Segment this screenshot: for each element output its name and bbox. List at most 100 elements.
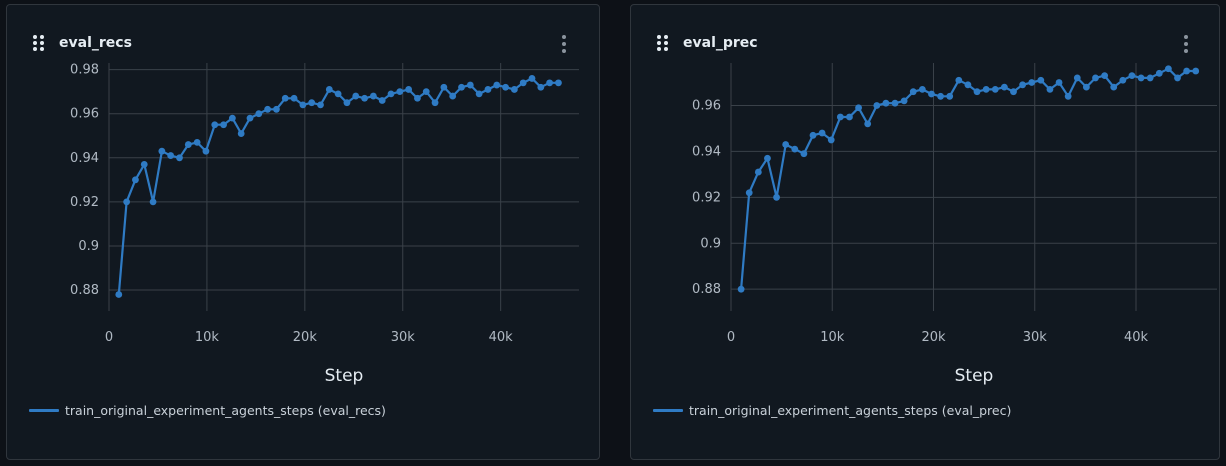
data-point[interactable] [1046,86,1054,93]
data-point[interactable] [123,198,131,206]
data-point[interactable] [396,88,404,96]
data-point[interactable] [1010,88,1017,96]
data-point[interactable] [836,113,844,121]
data-point[interactable] [982,86,990,93]
data-point[interactable] [1082,83,1090,91]
data-point[interactable] [264,105,272,113]
data-point[interactable] [132,176,139,184]
data-point[interactable] [846,113,853,121]
data-point[interactable] [440,83,448,91]
data-point[interactable] [475,90,483,98]
data-point[interactable] [193,138,201,146]
data-point[interactable] [149,198,157,206]
data-point[interactable] [973,88,981,96]
data-point[interactable] [281,94,289,102]
data-point[interactable] [1073,74,1081,82]
data-point[interactable] [158,147,166,155]
data-point[interactable] [937,92,944,100]
data-point[interactable] [237,130,245,137]
data-point[interactable] [1128,72,1136,80]
data-point[interactable] [1092,74,1099,82]
data-point[interactable] [546,79,554,87]
data-point[interactable] [405,86,413,93]
data-point[interactable] [1110,83,1118,91]
data-point[interactable] [900,97,908,105]
data-point[interactable] [782,141,790,148]
data-point[interactable] [764,154,771,162]
data-point[interactable] [378,97,386,104]
data-point[interactable] [246,114,254,122]
data-point[interactable] [537,83,545,91]
data-point[interactable] [422,88,430,96]
series-line[interactable] [117,77,559,295]
data-point[interactable] [873,102,881,109]
data-point[interactable] [964,81,972,89]
data-point[interactable] [555,79,562,87]
data-point[interactable] [202,147,210,155]
data-point[interactable] [737,285,745,293]
data-point[interactable] [290,94,298,102]
data-point[interactable] [1119,76,1127,84]
data-point[interactable] [352,92,360,100]
data-point[interactable] [361,94,368,102]
data-point[interactable] [343,99,351,107]
legend[interactable]: train_original_experiment_agents_steps (… [653,403,1011,418]
data-point[interactable] [502,83,509,91]
data-point[interactable] [273,105,280,113]
data-point[interactable] [891,99,899,107]
data-point[interactable] [211,121,219,129]
data-point[interactable] [754,168,762,176]
data-point[interactable] [317,101,324,109]
data-point[interactable] [946,92,954,100]
data-point[interactable] [255,110,263,118]
data-point[interactable] [791,145,799,153]
data-point[interactable] [528,75,536,82]
data-point[interactable] [1165,65,1172,73]
data-point[interactable] [1137,74,1145,82]
data-point[interactable] [1019,81,1026,89]
data-point[interactable] [1055,79,1063,86]
data-point[interactable] [909,88,917,96]
data-point[interactable] [466,81,474,89]
data-point[interactable] [484,86,492,93]
data-point[interactable] [414,94,421,102]
legend[interactable]: train_original_experiment_agents_steps (… [29,403,386,418]
data-point[interactable] [955,76,963,84]
data-point[interactable] [773,193,780,201]
data-point[interactable] [519,79,527,87]
data-point[interactable] [308,99,316,107]
data-point[interactable] [800,150,808,158]
data-point[interactable] [140,161,148,168]
data-point[interactable] [334,90,342,98]
data-point[interactable] [431,99,439,107]
data-point[interactable] [1174,74,1181,82]
data-point[interactable] [449,92,457,100]
data-point[interactable] [369,92,377,100]
data-point[interactable] [1101,72,1109,80]
data-point[interactable] [1155,69,1163,77]
data-point[interactable] [827,136,835,144]
data-point[interactable] [1037,76,1045,84]
data-point[interactable] [1000,83,1008,91]
data-point[interactable] [882,99,890,107]
data-point[interactable] [176,154,183,162]
data-point[interactable] [220,121,227,129]
series-line[interactable] [740,67,1196,290]
data-point[interactable] [918,86,926,93]
data-point[interactable] [1028,79,1036,86]
data-point[interactable] [228,114,236,122]
data-point[interactable] [818,129,826,137]
data-point[interactable] [325,86,333,93]
data-point[interactable] [458,83,465,91]
data-point[interactable] [864,120,872,128]
data-point[interactable] [299,101,307,109]
data-point[interactable] [928,90,935,98]
data-point[interactable] [855,104,862,112]
data-point[interactable] [1192,67,1200,75]
data-point[interactable] [1146,74,1154,82]
data-point[interactable] [493,81,501,89]
data-point[interactable] [115,291,123,298]
data-point[interactable] [991,86,999,93]
data-point[interactable] [387,90,395,98]
data-point[interactable] [1183,67,1191,75]
